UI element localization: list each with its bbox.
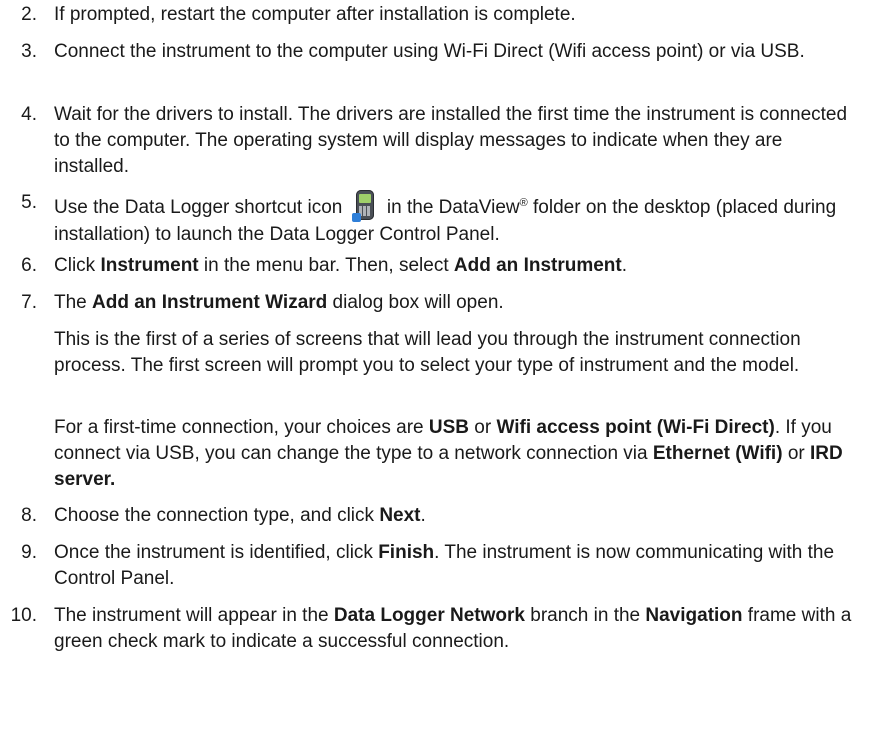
data-logger-shortcut-icon (351, 190, 378, 222)
step-7-paragraph: For a first-time connection, your choice… (54, 417, 843, 490)
step-number: 5. (21, 192, 37, 213)
instruction-list: 2. If prompted, restart the computer aft… (0, 0, 871, 730)
step-number: 2. (21, 4, 37, 25)
step-text: Wait for the drivers to install. The dri… (54, 104, 848, 177)
step-text: Use the Data Logger shortcut icon in the… (54, 190, 854, 248)
step-number: 4. (21, 104, 37, 125)
step-number: 8. (21, 505, 37, 526)
step-text: Click Instrument in the menu bar. Then, … (54, 255, 628, 276)
step-number: 7. (21, 292, 37, 313)
step-number: 6. (21, 255, 37, 276)
step-number: 10. (10, 605, 37, 626)
step-text: If prompted, restart the computer after … (54, 4, 576, 25)
step-text: The instrument will appear in the Data L… (54, 605, 852, 652)
step-text: Choose the connection type, and click Ne… (54, 505, 426, 526)
step-text: Connect the instrument to the computer u… (54, 41, 805, 62)
step-7-paragraph: This is the first of a series of screens… (54, 329, 801, 376)
step-number: 3. (21, 41, 37, 62)
step-text: Once the instrument is identified, click… (54, 542, 835, 589)
step-text: The Add an Instrument Wizard dialog box … (54, 292, 504, 313)
step-number: 9. (21, 542, 37, 563)
